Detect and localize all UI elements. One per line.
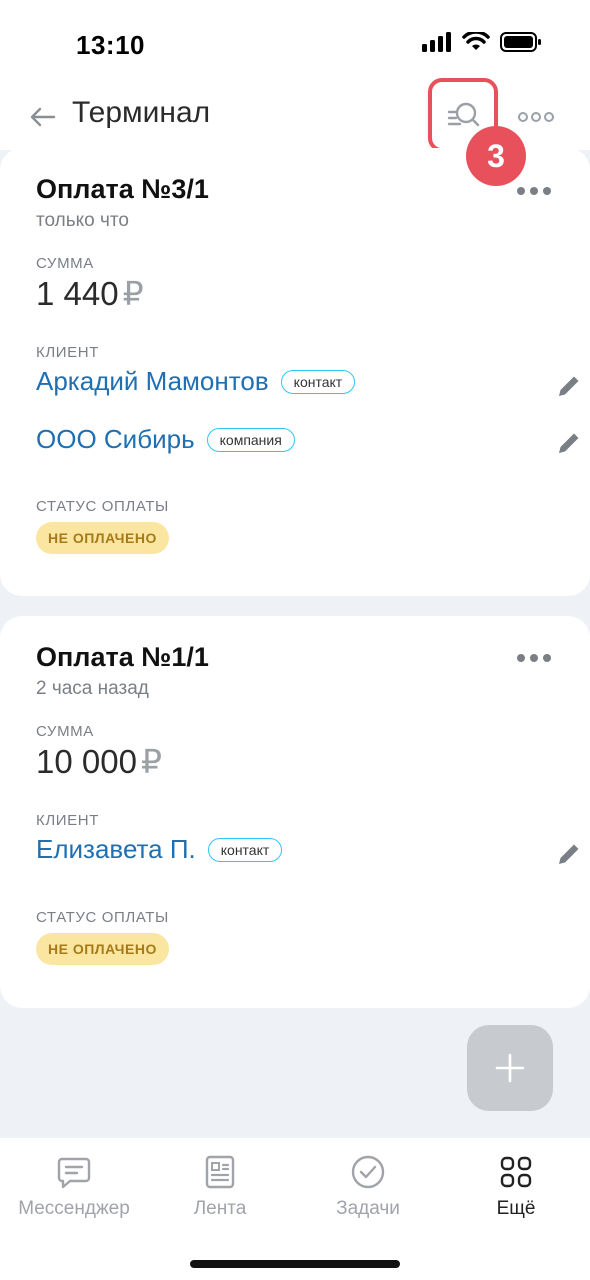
chat-icon bbox=[57, 1157, 91, 1189]
payment-title: Оплата №3/1 bbox=[36, 174, 209, 204]
edit-pencil-icon[interactable] bbox=[556, 841, 582, 867]
payment-amount: 1 440 ₽ bbox=[36, 274, 144, 313]
card-more-icon[interactable] bbox=[516, 186, 552, 196]
tab-label: Ещё bbox=[496, 1198, 536, 1219]
back-arrow-icon[interactable] bbox=[28, 102, 58, 132]
tab-label: Задачи bbox=[336, 1198, 400, 1219]
edit-pencil-icon[interactable] bbox=[556, 430, 582, 456]
status-time: 13:10 bbox=[76, 30, 145, 60]
step-badge: 3 bbox=[466, 126, 526, 186]
payment-card[interactable]: Оплата №1/1 2 часа назад СУММА 10 000 ₽ К… bbox=[0, 616, 590, 1008]
client-row: Елизавета П. контакт bbox=[36, 834, 283, 865]
feed-icon bbox=[205, 1155, 235, 1189]
currency-symbol: ₽ bbox=[140, 743, 162, 780]
payment-title: Оплата №1/1 bbox=[36, 642, 209, 672]
amount-value: 1 440 bbox=[36, 275, 119, 312]
add-button[interactable] bbox=[467, 1025, 553, 1111]
search-list-icon bbox=[447, 102, 480, 127]
card-more-icon[interactable] bbox=[516, 653, 552, 663]
page-title: Терминал bbox=[72, 96, 211, 129]
client-type-badge: контакт bbox=[207, 837, 283, 862]
client-link[interactable]: Елизавета П. bbox=[36, 834, 196, 865]
status-bar: 13:10 bbox=[0, 0, 590, 88]
tab-feed[interactable]: Лента bbox=[146, 1154, 294, 1220]
wifi-icon bbox=[462, 32, 490, 50]
client-link[interactable]: Аркадий Мамонтов bbox=[36, 366, 269, 397]
client-label: КЛИЕНТ bbox=[36, 812, 99, 829]
tab-bar: Мессенджер Лента Задачи Ещё bbox=[0, 1138, 590, 1280]
payment-amount: 10 000 ₽ bbox=[36, 742, 162, 781]
tab-more[interactable]: Ещё bbox=[442, 1154, 590, 1220]
payment-time: только что bbox=[36, 210, 129, 231]
client-type-badge: компания bbox=[206, 427, 295, 452]
home-indicator bbox=[190, 1260, 400, 1268]
tab-tasks[interactable]: Задачи bbox=[294, 1154, 442, 1220]
amount-value: 10 000 bbox=[36, 743, 137, 780]
client-link[interactable]: ООО Сибирь bbox=[36, 424, 195, 455]
status-label: СТАТУС ОПЛАТЫ bbox=[36, 909, 169, 926]
plus-icon bbox=[495, 1053, 525, 1083]
page-header: Терминал 3 bbox=[0, 78, 590, 186]
client-type-badge: контакт bbox=[280, 369, 356, 394]
status-label: СТАТУС ОПЛАТЫ bbox=[36, 498, 169, 515]
battery-icon bbox=[500, 32, 541, 52]
currency-symbol: ₽ bbox=[122, 275, 144, 312]
status-icons bbox=[422, 32, 542, 52]
amount-label: СУММА bbox=[36, 723, 94, 740]
tab-messenger[interactable]: Мессенджер bbox=[0, 1154, 148, 1220]
client-row: ООО Сибирь компания bbox=[36, 424, 295, 455]
status-badge: НЕ ОПЛАЧЕНО bbox=[36, 522, 169, 554]
tab-label: Мессенджер bbox=[18, 1198, 130, 1219]
tab-label: Лента bbox=[193, 1198, 247, 1219]
amount-label: СУММА bbox=[36, 255, 94, 272]
client-row: Аркадий Мамонтов контакт bbox=[36, 366, 356, 397]
grid-icon bbox=[500, 1156, 532, 1188]
client-label: КЛИЕНТ bbox=[36, 344, 99, 361]
payment-card[interactable]: Оплата №3/1 только что СУММА 1 440 ₽ КЛИЕ… bbox=[0, 148, 590, 596]
status-badge: НЕ ОПЛАЧЕНО bbox=[36, 933, 169, 965]
signal-icon bbox=[422, 32, 451, 52]
more-icon[interactable] bbox=[518, 110, 554, 124]
payment-time: 2 часа назад bbox=[36, 678, 149, 699]
edit-pencil-icon[interactable] bbox=[556, 373, 582, 399]
check-circle-icon bbox=[351, 1155, 385, 1189]
